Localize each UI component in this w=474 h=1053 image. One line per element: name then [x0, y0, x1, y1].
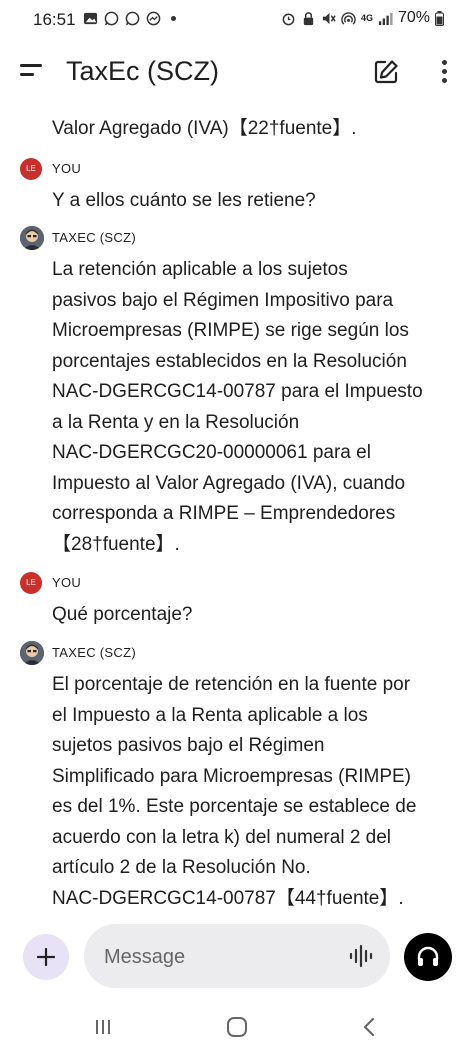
sender-name: TAXEC (SCZ) [52, 645, 136, 660]
user-message: LE YOU Qué porcentaje? [0, 572, 474, 631]
sender-name: YOU [52, 575, 82, 590]
whatsapp-icon [125, 11, 140, 26]
gallery-icon [83, 12, 98, 25]
user-avatar: LE [20, 572, 42, 594]
whatsapp-icon [104, 11, 119, 26]
menu-button[interactable] [18, 58, 48, 86]
app-bar: TaxEc (SCZ) [0, 44, 474, 100]
page-title: TaxEc (SCZ) [66, 56, 220, 86]
alarm-icon [282, 13, 295, 25]
more-vert-icon [440, 60, 448, 83]
user-avatar: LE [20, 158, 42, 180]
system-nav-bar [0, 1004, 474, 1053]
message-text: La retención aplicable a los sujetos pas… [52, 259, 423, 555]
status-time: 16:51 [33, 10, 76, 29]
new-chat-button[interactable] [372, 58, 400, 86]
notification-icons [83, 11, 176, 26]
hotspot-icon [341, 11, 356, 25]
plus-icon [36, 947, 56, 967]
messenger-icon [146, 11, 161, 26]
mute-icon [322, 12, 336, 24]
sender-name: YOU [52, 161, 82, 176]
battery-percent: 70% [397, 9, 430, 26]
user-message: LE YOU Y a ellos cuánto se les retiene? [0, 158, 474, 217]
back-button[interactable] [354, 1014, 384, 1040]
more-notifications-dot [171, 16, 176, 21]
message-input[interactable] [102, 924, 336, 990]
assistant-message: TAXEC (SCZ) El porcentaje de retención e… [0, 641, 474, 914]
edit-icon [374, 60, 398, 84]
assistant-avatar-icon [20, 226, 44, 250]
recents-icon [96, 1020, 110, 1034]
message-text: Y a ellos cuánto se les retiene? [52, 190, 316, 211]
assistant-avatar-icon [20, 641, 44, 665]
voice-waveform-icon[interactable] [348, 944, 374, 968]
recents-button[interactable] [88, 1014, 118, 1040]
bot-avatar [20, 641, 44, 665]
more-options-button[interactable] [440, 60, 448, 86]
sender-name: TAXEC (SCZ) [52, 230, 136, 245]
message-text: El porcentaje de retención en la fuente … [52, 674, 417, 909]
battery-icon [435, 10, 444, 26]
message-text-partial: Valor Agregado (IVA)【22†fuente】. [52, 118, 357, 139]
system-status: 4G 70% [281, 9, 444, 27]
message-field [84, 924, 390, 990]
home-button[interactable] [222, 1014, 252, 1040]
add-attachment-button[interactable] [23, 934, 69, 980]
message-text: Qué porcentaje? [52, 604, 193, 625]
back-icon [363, 1017, 375, 1037]
network-type: 4G [360, 13, 373, 23]
assistant-message: TAXEC (SCZ) La retención aplicable a los… [0, 226, 474, 560]
chat-thread: Valor Agregado (IVA)【22†fuente】. LE YOU … [0, 100, 474, 922]
lock-icon [303, 11, 314, 25]
status-bar: 16:51 4G 70% [0, 0, 474, 40]
signal-icon [378, 12, 393, 25]
message-composer [0, 922, 474, 1002]
voice-mode-button[interactable] [404, 933, 452, 981]
headset-icon [417, 946, 439, 966]
bot-avatar [20, 226, 44, 250]
home-icon [227, 1017, 247, 1037]
